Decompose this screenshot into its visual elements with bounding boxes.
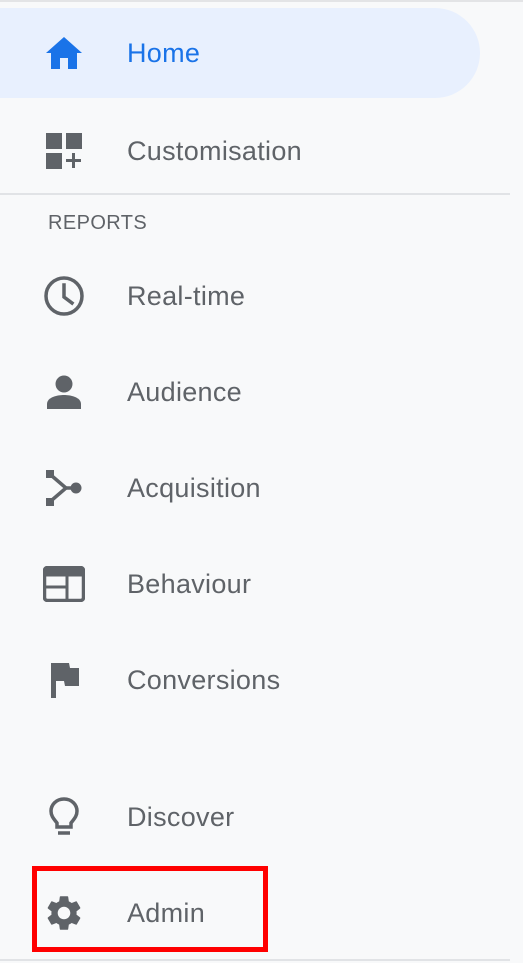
nav-item-real-time[interactable]: Real-time xyxy=(0,250,480,342)
nav-item-label: Real-time xyxy=(127,280,246,311)
nav-item-home[interactable]: Home xyxy=(0,8,480,98)
lightbulb-icon xyxy=(43,796,85,838)
nav-item-discover[interactable]: Discover xyxy=(0,771,480,863)
person-icon xyxy=(43,371,85,413)
nav-item-acquisition[interactable]: Acquisition xyxy=(0,442,480,534)
merge-icon xyxy=(43,467,85,509)
nav-item-label: Customisation xyxy=(127,135,302,166)
web-layout-icon xyxy=(43,563,85,605)
dashboard-add-icon xyxy=(43,130,85,172)
nav-item-audience[interactable]: Audience xyxy=(0,346,480,438)
divider xyxy=(0,193,510,195)
gear-icon xyxy=(43,892,85,934)
nav-item-label: Home xyxy=(127,37,201,68)
section-header-reports: REPORTS xyxy=(48,212,148,234)
top-border xyxy=(0,0,523,2)
nav-item-behaviour[interactable]: Behaviour xyxy=(0,538,480,630)
nav-item-label: Discover xyxy=(127,801,235,832)
nav-item-label: Acquisition xyxy=(127,472,261,503)
nav-item-label: Admin xyxy=(127,897,206,928)
nav-item-label: Conversions xyxy=(127,664,281,695)
nav-item-label: Behaviour xyxy=(127,568,252,599)
clock-icon xyxy=(43,275,85,317)
home-icon xyxy=(43,32,85,74)
divider xyxy=(0,959,510,961)
nav-item-label: Audience xyxy=(127,376,242,407)
nav-item-customisation[interactable]: Customisation xyxy=(0,105,480,197)
nav-item-conversions[interactable]: Conversions xyxy=(0,634,480,726)
flag-icon xyxy=(43,659,85,701)
nav-item-admin[interactable]: Admin xyxy=(0,867,480,959)
